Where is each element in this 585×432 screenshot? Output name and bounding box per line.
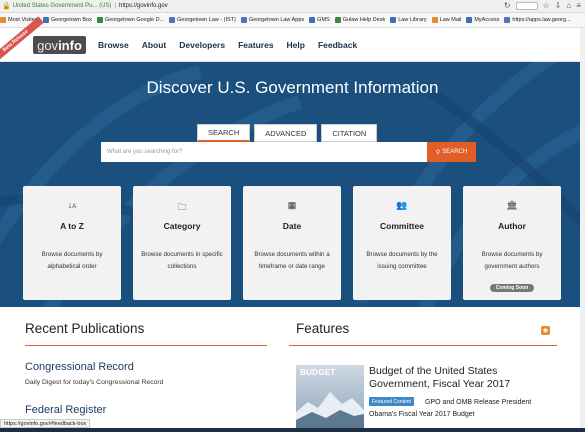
bookmark-item[interactable]: Law Library: [390, 17, 427, 23]
browser-url-bar[interactable]: 🔒 United States Government Pu... (US) | …: [0, 0, 585, 13]
feature-headline-link[interactable]: Budget of the United States Government, …: [369, 365, 559, 391]
coming-soon-badge: Coming Soon: [490, 284, 534, 292]
bookmark-icon: [96, 17, 103, 23]
card-category[interactable]: 🗀 Category Browse documents in specific …: [133, 186, 231, 300]
url-separator: |: [114, 3, 116, 9]
star-icon[interactable]: ☆: [543, 2, 550, 10]
bookmark-icon: [431, 17, 438, 23]
home-icon[interactable]: ⌂: [566, 2, 571, 10]
search-input[interactable]: What are you searching for?: [101, 142, 427, 162]
bookmark-item[interactable]: Gulaw Help Desk: [334, 17, 385, 23]
card-description: Browse documents by the issuing committe…: [366, 251, 438, 270]
budget-image-text: BUDGET: [300, 368, 336, 377]
card-author[interactable]: 🏛 Author Browse documents by government …: [463, 186, 561, 300]
browser-toolbar: ↻ ☆ ⇩ ⌂ ≡: [504, 2, 585, 10]
featured-content-badge: Featured Content: [369, 397, 414, 406]
site-identity[interactable]: United States Government Pu... (US): [13, 3, 112, 9]
bookmark-item[interactable]: Georgetown Law Apps: [240, 17, 304, 23]
bookmark-icon: [0, 17, 6, 23]
bookmarks-bar: Most Visited Georgetown Box Georgetown G…: [0, 13, 585, 28]
card-description: Browse documents within a timeframe or d…: [254, 251, 330, 270]
hero-title: Discover U.S. Government Information: [146, 78, 439, 97]
tab-search[interactable]: SEARCH: [197, 124, 251, 142]
bookmark-item[interactable]: Georgetown Law - (IST): [169, 17, 236, 23]
site-header: Beta Release gov info Browse About Develo…: [0, 16, 585, 66]
search-button[interactable]: ⚲ SEARCH: [427, 142, 476, 162]
bookmark-item[interactable]: Law Mail: [431, 17, 461, 23]
logo-gov-text: gov: [37, 37, 59, 53]
recent-publications-heading: Recent Publications: [25, 321, 145, 336]
mountain-image: [296, 392, 364, 432]
nav-feedback[interactable]: Feedback: [318, 40, 357, 50]
hero-section: Discover U.S. Government Information SEA…: [0, 62, 585, 307]
budget-thumbnail[interactable]: BUDGET: [296, 365, 364, 432]
card-description: Browse documents by alphabetical order: [41, 251, 103, 270]
bookmark-icon: [334, 17, 341, 23]
features-heading: Features: [296, 321, 350, 336]
card-description: Browse documents by government authors: [481, 251, 543, 270]
features-divider: [289, 345, 557, 346]
card-a-to-z[interactable]: ↓A A to Z Browse documents by alphabetic…: [23, 186, 121, 300]
page-scrollbar[interactable]: [580, 28, 585, 428]
menu-icon[interactable]: ≡: [576, 2, 581, 10]
main-nav: Browse About Developers Features Help Fe…: [98, 40, 357, 50]
nav-help[interactable]: Help: [287, 40, 305, 50]
bookmark-icon: [169, 17, 176, 23]
lock-icon: 🔒: [2, 3, 11, 10]
nav-features[interactable]: Features: [238, 40, 273, 50]
folder-icon: 🗀: [177, 202, 187, 212]
publication-title-link[interactable]: Federal Register: [25, 404, 106, 416]
browse-cards: ↓A A to Z Browse documents by alphabetic…: [23, 186, 561, 300]
sort-az-icon: ↓A: [67, 200, 77, 210]
search-tabs: SEARCH ADVANCED CITATION: [197, 124, 378, 142]
bookmark-icon: [466, 17, 473, 23]
reload-icon[interactable]: ↻: [504, 2, 511, 10]
logo-info-text: info: [58, 37, 82, 53]
bookmark-item[interactable]: Georgetown Google D...: [96, 17, 164, 23]
tab-citation[interactable]: CITATION: [321, 124, 378, 142]
card-title: Category: [163, 221, 201, 231]
url-text[interactable]: https://govinfo.gov: [119, 3, 168, 9]
recent-divider: [25, 345, 267, 346]
bookmark-item[interactable]: MyAccess: [466, 17, 499, 23]
card-date[interactable]: ▦ Date Browse documents within a timefra…: [243, 186, 341, 300]
search-button-label: SEARCH: [442, 149, 468, 155]
govinfo-logo[interactable]: gov info: [33, 36, 86, 54]
card-description: Browse documents in specific collections: [141, 251, 223, 270]
lower-content: Recent Publications Congressional Record…: [0, 307, 585, 432]
os-taskbar: [0, 428, 585, 432]
nav-developers[interactable]: Developers: [179, 40, 225, 50]
search-icon: ⚲: [435, 149, 441, 156]
rss-icon[interactable]: ◉: [541, 326, 550, 335]
bookmark-icon: [309, 17, 316, 23]
publication-title-link[interactable]: Congressional Record: [25, 361, 134, 373]
nav-about[interactable]: About: [142, 40, 167, 50]
bookmark-item[interactable]: https://apps.law.georg...: [504, 17, 571, 23]
bookmark-item[interactable]: Georgetown Box: [42, 17, 92, 23]
card-title: A to Z: [60, 221, 84, 231]
group-icon: 👥: [396, 200, 408, 210]
card-title: Author: [498, 221, 526, 231]
status-bar-url: https://govinfo.gov/#feedback-box: [0, 419, 91, 428]
card-title: Date: [282, 221, 302, 231]
browser-search-box[interactable]: [515, 2, 538, 10]
search-bar: What are you searching for? ⚲ SEARCH: [101, 142, 476, 162]
calendar-icon: ▦: [287, 200, 297, 210]
bookmark-icon: [240, 17, 247, 23]
bookmark-item[interactable]: GMS: [309, 17, 330, 23]
building-icon: 🏛: [506, 200, 518, 210]
card-title: Committee: [380, 221, 424, 231]
publication-description: Daily Digest for today's Congressional R…: [25, 379, 164, 386]
bookmark-icon: [390, 17, 397, 23]
nav-browse[interactable]: Browse: [98, 40, 129, 50]
bookmark-icon: [504, 17, 511, 23]
card-committee[interactable]: 👥 Committee Browse documents by the issu…: [353, 186, 451, 300]
tab-advanced[interactable]: ADVANCED: [254, 124, 318, 142]
download-icon[interactable]: ⇩: [555, 2, 562, 10]
